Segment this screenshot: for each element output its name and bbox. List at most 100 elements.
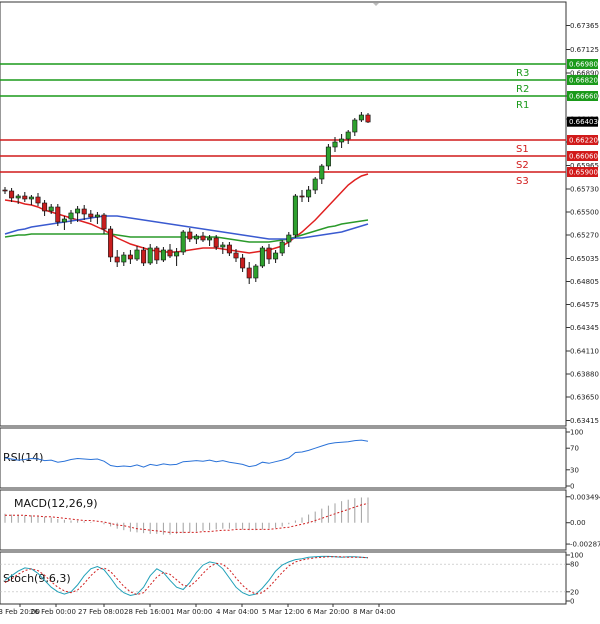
candle-body [75,208,81,214]
candle-body [174,251,180,257]
price-y-tick-label: 0.67365 [570,22,599,30]
candle-body [299,195,305,198]
price-y-tick-label: 0.67125 [570,46,599,54]
x-tick-label: 1 Mar 00:00 [170,608,212,616]
level-price-label-s3: 0.65900 [569,169,598,177]
rsi-y-tick-label: 70 [570,445,579,453]
level-price-label-r2: 0.66820 [569,77,598,85]
rsi-title: RSI(14) [3,451,43,464]
candle-body [15,195,21,199]
level-name-s3: S3 [516,176,529,187]
candle-body [2,189,8,192]
candle-body [81,208,87,215]
x-tick-label: 27 Feb 08:00 [78,608,124,616]
x-tick-label: 5 Mar 12:00 [262,608,304,616]
price-y-tick-label: 0.63880 [570,371,599,379]
candle-body [55,206,61,223]
candle [180,230,186,255]
rsi-y-tick-label: 100 [570,429,583,437]
candle-body [61,218,67,223]
candle-body [240,257,246,269]
macd-title: MACD(12,26,9) [14,497,98,510]
candle-body [114,256,120,263]
candle-body [358,114,364,121]
current-price-label: 0.66403 [569,118,598,126]
stoch-y-tick-label: 80 [570,561,579,569]
current-price-marker: 0.66403 [567,116,598,127]
candle-body [141,249,147,264]
candle-body [345,131,351,140]
candle-body [220,244,226,248]
candle-body [319,165,325,180]
candle-body [94,214,100,218]
candle-body [42,202,48,212]
stoch-panel: Stoch(9,6,3) [0,551,567,605]
level-name-r1: R1 [516,100,529,111]
candle-body [28,196,34,200]
stoch-y-tick-label: 100 [570,552,583,560]
stoch-y-tick-label: 20 [570,588,579,596]
candle-body [127,254,133,260]
candle-body [167,249,173,257]
candle-body [292,195,298,236]
price-y-tick-label: 0.65035 [570,255,599,263]
candle-body [101,214,107,230]
candle-body [253,265,259,279]
level-price-label-r1: 0.66660 [569,93,598,101]
level-price-label-s1: 0.66220 [569,137,598,145]
candle-body [286,234,292,243]
candle-body [200,235,206,241]
candle-body [226,244,232,254]
price-y-tick-label: 0.65500 [570,209,599,217]
x-tick-label: 8 Mar 04:00 [353,608,395,616]
candle-body [259,247,265,267]
price-y-tick-label: 0.64805 [570,278,599,286]
candle-body [35,196,41,204]
price-y-tick-label: 0.64110 [570,348,599,356]
stoch-title: Stoch(9,6,3) [3,572,71,585]
level-name-s2: S2 [516,160,529,171]
candle-body [68,212,74,220]
x-tick-label: 6 Mar 20:00 [307,608,349,616]
stoch-y-tick-label: 0 [570,598,574,606]
candle-body [365,114,371,123]
macd-y-tick-label: -0.00287 [570,541,600,549]
candle [325,144,331,170]
price-y-tick-label: 0.64575 [570,301,599,309]
candle-body [134,249,140,260]
candle-body [213,237,219,248]
level-name-r2: R2 [516,84,529,95]
candle-body [352,119,358,133]
x-tick-label: 28 Feb 16:00 [124,608,170,616]
candle-body [273,252,279,260]
level-price-label-r3: 0.66980 [569,61,598,69]
candle [292,194,298,238]
price-y-tick-label: 0.63650 [570,394,599,402]
candle-body [233,252,239,259]
chart-window: RSI(14) MACD(12,26,9) Stoch(9,6,3) 0.673… [0,0,600,620]
candle-body [121,254,127,263]
candle-body [187,231,193,240]
x-tick-label: 4 Mar 04:00 [216,608,258,616]
trading-chart: RSI(14) MACD(12,26,9) Stoch(9,6,3) 0.673… [0,1,600,616]
candle [259,246,265,268]
candle-body [325,146,331,167]
candle-body [306,189,312,198]
candle-body [332,141,338,148]
rsi-y-tick-label: 30 [570,466,579,474]
price-y-tick-label: 0.65730 [570,186,599,194]
time-axis: 23 Feb 20:0026 Feb 00:0027 Feb 08:0028 F… [0,604,395,616]
candle-body [154,247,160,261]
candle [108,226,114,262]
rsi-panel-frame [0,427,567,489]
candle-body [246,267,252,279]
price-y-tick-label: 0.64345 [570,324,599,332]
x-tick-label: 26 Feb 00:00 [30,608,76,616]
candle-body [193,235,199,240]
candle-body [312,178,318,191]
candle-body [108,228,114,258]
candle-body [339,138,345,143]
price-y-tick-label: 0.65270 [570,232,599,240]
candle-body [9,190,15,199]
candle-body [48,206,54,212]
